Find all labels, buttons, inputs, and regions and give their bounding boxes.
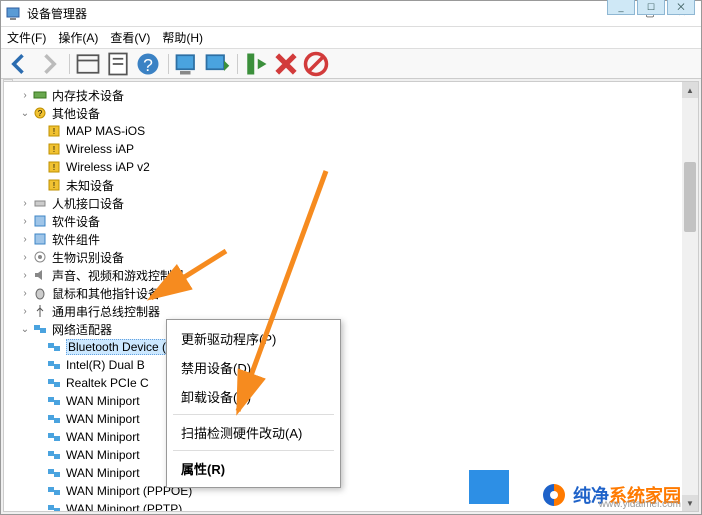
ctx-scan-hardware[interactable]: 扫描检测硬件改动(A)	[167, 418, 340, 447]
shadow-window-controls: _ ☐ ⨉	[607, 0, 695, 15]
network-adapter-icon	[46, 447, 62, 463]
toolbar-separator	[237, 54, 238, 74]
mouse-icon	[32, 285, 48, 301]
menu-file[interactable]: 文件(F)	[7, 29, 46, 46]
titlebar[interactable]: 设备管理器 — ▢ ✕	[1, 1, 701, 27]
scroll-up-icon[interactable]: ▲	[682, 82, 698, 98]
ctx-disable-device[interactable]: 禁用设备(D)	[167, 353, 340, 382]
nav-back-button[interactable]	[5, 51, 33, 77]
menu-help[interactable]: 帮助(H)	[162, 29, 203, 46]
client-area: ›内存技术设备 ⌄?其他设备 !MAP MAS-iOS !Wireless iA…	[3, 81, 699, 512]
tree-node-wan-1[interactable]: WAN Miniport	[4, 392, 682, 410]
network-adapter-icon	[46, 357, 62, 373]
tree-node-wiapv2[interactable]: !Wireless iAP v2	[4, 158, 682, 176]
tree-node-unknowndev[interactable]: !未知设备	[4, 176, 682, 194]
decorative-blue-block	[469, 470, 509, 504]
context-menu: 更新驱动程序(P) 禁用设备(D) 卸载设备(U) 扫描检测硬件改动(A) 属性…	[166, 319, 341, 488]
tree-node-network-adapters[interactable]: ⌄网络适配器	[4, 320, 682, 338]
tree-node-bluetooth-device[interactable]: Bluetooth Device (Personal Area Network)	[4, 338, 682, 356]
hid-icon	[32, 195, 48, 211]
nav-forward-button[interactable]	[35, 51, 63, 77]
disable-device-button[interactable]	[302, 51, 330, 77]
ctx-update-driver[interactable]: 更新驱动程序(P)	[167, 324, 340, 353]
help-button[interactable]: ?	[134, 51, 162, 77]
tree-node-mouse[interactable]: ›鼠标和其他指针设备	[4, 284, 682, 302]
usb-icon	[32, 303, 48, 319]
svg-text:!: !	[53, 127, 55, 136]
unknown-device-icon: !	[46, 159, 62, 175]
tree-node-mapmas[interactable]: !MAP MAS-iOS	[4, 122, 682, 140]
ctx-separator	[173, 414, 334, 415]
shadow-min: _	[607, 0, 635, 15]
network-icon	[32, 321, 48, 337]
tree-node-intel[interactable]: Intel(R) Dual B	[4, 356, 682, 374]
sound-icon	[32, 267, 48, 283]
scroll-down-icon[interactable]: ▼	[682, 495, 698, 511]
enable-device-button[interactable]	[242, 51, 270, 77]
tree-node-wan-2[interactable]: WAN Miniport	[4, 410, 682, 428]
network-adapter-icon	[46, 429, 62, 445]
tree-node-swdev[interactable]: ›软件设备	[4, 212, 682, 230]
tree-node-wan-4[interactable]: WAN Miniport	[4, 446, 682, 464]
network-adapter-icon	[46, 411, 62, 427]
software-icon	[32, 213, 48, 229]
show-hidden-button[interactable]	[74, 51, 102, 77]
tree-node-wiap[interactable]: !Wireless iAP	[4, 140, 682, 158]
tree-node-hid[interactable]: ›人机接口设备	[4, 194, 682, 212]
svg-text:?: ?	[143, 55, 153, 75]
tree-node-wan-3[interactable]: WAN Miniport	[4, 428, 682, 446]
svg-text:?: ?	[38, 109, 43, 118]
tree-node-sound[interactable]: ›声音、视频和游戏控制器	[4, 266, 682, 284]
tree-node-swcomp[interactable]: ›软件组件	[4, 230, 682, 248]
scroll-thumb[interactable]	[684, 162, 696, 232]
biometric-icon	[32, 249, 48, 265]
unknown-device-icon: !	[46, 123, 62, 139]
toolbar: ?	[1, 49, 701, 79]
tree-node-realtek[interactable]: Realtek PCIe C	[4, 374, 682, 392]
shadow-close: ⨉	[667, 0, 695, 15]
app-icon	[5, 6, 21, 22]
tree-node-biometric[interactable]: ›生物识别设备	[4, 248, 682, 266]
software-component-icon	[32, 231, 48, 247]
network-adapter-icon	[46, 465, 62, 481]
uninstall-device-button[interactable]	[272, 51, 300, 77]
window-title: 设备管理器	[27, 5, 603, 22]
svg-text:!: !	[53, 163, 55, 172]
shadow-max: ☐	[637, 0, 665, 15]
toolbar-separator	[69, 54, 70, 74]
vertical-scrollbar[interactable]: ▲ ▼	[682, 82, 698, 511]
ctx-properties[interactable]: 属性(R)	[167, 454, 340, 483]
network-adapter-icon	[46, 339, 62, 355]
menu-view[interactable]: 查看(V)	[110, 29, 150, 46]
network-adapter-icon	[46, 483, 62, 499]
ctx-separator	[173, 450, 334, 451]
scan-hardware-button[interactable]	[173, 51, 201, 77]
unknown-device-icon: !	[46, 177, 62, 193]
device-tree[interactable]: ›内存技术设备 ⌄?其他设备 !MAP MAS-iOS !Wireless iA…	[4, 82, 682, 511]
watermark: 纯净系统家园 www.yidaimei.com	[541, 482, 681, 508]
toolbar-separator	[168, 54, 169, 74]
svg-text:!: !	[53, 181, 55, 190]
tree-node-usb[interactable]: ›通用串行总线控制器	[4, 302, 682, 320]
tree-node-wan-5[interactable]: WAN Miniport	[4, 464, 682, 482]
unknown-device-icon: !	[46, 141, 62, 157]
tree-node-other[interactable]: ⌄?其他设备	[4, 104, 682, 122]
tree-node-memory[interactable]: ›内存技术设备	[4, 86, 682, 104]
svg-text:!: !	[53, 145, 55, 154]
properties-button[interactable]	[104, 51, 132, 77]
menu-action[interactable]: 操作(A)	[58, 29, 98, 46]
watermark-url: www.yidaimei.com	[599, 499, 681, 510]
network-adapter-icon	[46, 393, 62, 409]
menubar: 文件(F) 操作(A) 查看(V) 帮助(H)	[1, 27, 701, 49]
network-adapter-icon	[46, 501, 62, 511]
memory-icon	[32, 87, 48, 103]
network-adapter-icon	[46, 375, 62, 391]
update-driver-button[interactable]	[203, 51, 231, 77]
watermark-icon	[541, 482, 567, 508]
ctx-uninstall-device[interactable]: 卸载设备(U)	[167, 382, 340, 411]
other-icon: ?	[32, 105, 48, 121]
